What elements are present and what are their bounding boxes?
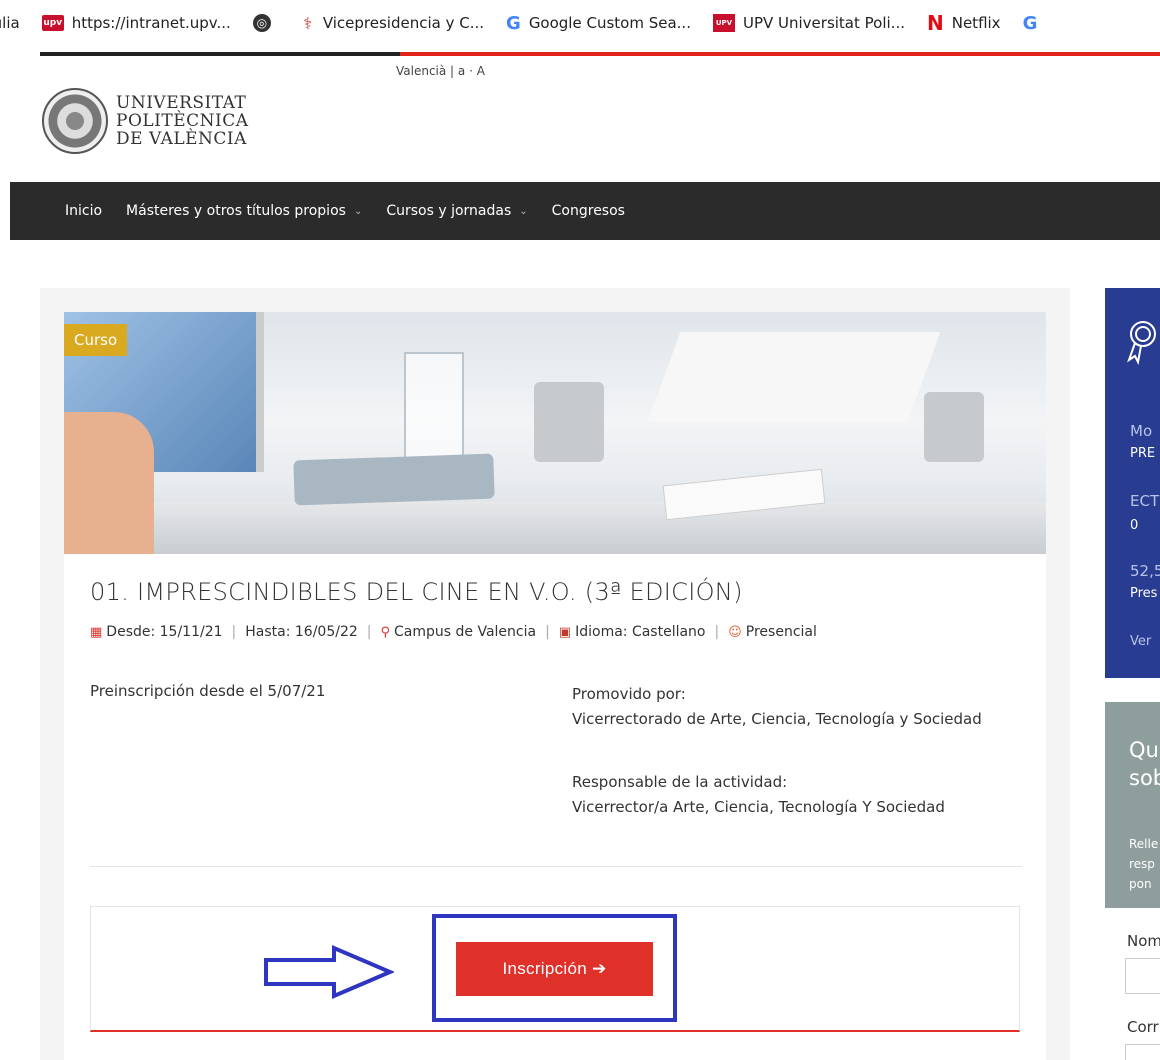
- bookmarks-bar: ılia upv https://intranet.upv... ◎ ⚕ Vic…: [0, 0, 1160, 46]
- upv-icon: upv: [41, 15, 64, 31]
- see-more-link[interactable]: Ver: [1130, 634, 1151, 649]
- top-accent-line-dark: [40, 52, 400, 56]
- chevron-down-icon: ⌄: [353, 205, 363, 217]
- logo-line: POLITÈCNICA: [116, 111, 249, 131]
- email-field[interactable]: [1125, 1044, 1160, 1060]
- upv-seal-icon: [42, 88, 108, 154]
- contact-note-line: pon: [1129, 877, 1152, 891]
- separator: |: [714, 624, 720, 640]
- logo-line: UNIVERSITAT: [116, 93, 247, 113]
- bookmark-label: https://intranet.upv...: [71, 14, 231, 32]
- upv-logo[interactable]: UNIVERSITAT POLITÈCNICA DE VALÈNCIA: [42, 88, 249, 154]
- contact-sidebar: Qu sob Relle resp pon: [1105, 702, 1160, 908]
- start-date: Desde: 15/11/21: [106, 624, 223, 640]
- bookmark-upv-universitat[interactable]: UPV UPV Universitat Poli...: [712, 14, 905, 32]
- separator: |: [545, 624, 550, 640]
- map-pin-icon: ⚲: [380, 624, 391, 640]
- bookmark-globe[interactable]: ◎: [252, 14, 279, 32]
- hero-speaker: [924, 392, 984, 462]
- course-info-sidebar: Mo PRE ECT 0 52,5 Pres Ver: [1105, 288, 1160, 678]
- responsible: Responsable de la actividad: Vicerrector…: [572, 770, 1022, 820]
- bookmark-truncated[interactable]: ılia: [0, 14, 20, 32]
- promoted-by-label: Promovido por:: [572, 685, 686, 703]
- inscription-button[interactable]: Inscripción ➔: [456, 942, 653, 996]
- bookmark-label: UPV Universitat Poli...: [742, 14, 905, 32]
- nav-label: Másteres y otros títulos propios: [126, 203, 346, 219]
- contact-note-line: resp: [1129, 857, 1155, 871]
- globe-icon: ◎: [252, 14, 271, 32]
- hero-tablet: [293, 453, 495, 506]
- upv-red-icon: UPV: [712, 14, 735, 32]
- email-field-label: Corr: [1127, 1018, 1159, 1036]
- separator: |: [231, 624, 237, 640]
- end-date: Hasta: 16/05/22: [245, 624, 358, 640]
- netflix-icon: N: [926, 11, 944, 35]
- bookmark-vicepresidencia[interactable]: ⚕ Vicepresidencia y C...: [301, 13, 485, 33]
- nav-label: Congresos: [551, 203, 625, 219]
- campus: Campus de Valencia: [394, 624, 537, 640]
- modality: Presencial: [745, 624, 817, 640]
- course-hero-image: [64, 312, 1046, 554]
- contact-note-line: Relle: [1129, 837, 1159, 851]
- chevron-down-icon: ⌄: [519, 205, 528, 217]
- modality-value: PRE: [1130, 446, 1156, 461]
- price-label: 52,5: [1130, 562, 1160, 580]
- annotation-arrow-icon: [264, 944, 394, 1000]
- nav-item-congresos[interactable]: Congresos: [552, 203, 625, 219]
- promoted-by-value: Vicerrectorado de Arte, Ciencia, Tecnolo…: [572, 710, 982, 728]
- bookmark-google[interactable]: G: [1023, 13, 1046, 34]
- language-icon: ▣: [558, 624, 572, 640]
- bookmark-netflix[interactable]: N Netflix: [927, 11, 1001, 35]
- nav-label: Inicio: [65, 203, 103, 219]
- logo-text: UNIVERSITAT POLITÈCNICA DE VALÈNCIA: [116, 94, 249, 148]
- google-icon: G: [1022, 12, 1038, 34]
- award-ribbon-icon: [1127, 321, 1156, 366]
- divider: [90, 866, 1022, 867]
- hero-arm: [64, 412, 154, 554]
- hero-desk: [64, 502, 1046, 554]
- contact-note: Relle resp pon: [1129, 834, 1158, 894]
- hero-speaker: [534, 382, 604, 462]
- contact-question-line: sob: [1129, 766, 1160, 790]
- bookmark-label: Google Custom Sea...: [528, 14, 691, 32]
- nav-item-masteres[interactable]: Másteres y otros títulos propios ⌄: [126, 203, 362, 219]
- nav-item-cursos[interactable]: Cursos y jornadas ⌄: [386, 203, 527, 219]
- nav-label: Cursos y jornadas: [386, 203, 512, 219]
- name-field-label: Nom: [1127, 932, 1160, 950]
- bookmark-label: ılia: [0, 14, 20, 32]
- course-type-badge: Curso: [64, 324, 128, 356]
- price-value: Pres: [1130, 586, 1158, 601]
- google-icon: G: [506, 12, 521, 34]
- calendar-icon: ▦: [90, 624, 103, 640]
- hero-glass: [404, 352, 464, 462]
- preinscription-date: Preinscripción desde el 5/07/21: [90, 682, 326, 700]
- separator: |: [366, 624, 372, 640]
- bookmark-intranet-upv[interactable]: upv https://intranet.upv...: [41, 14, 231, 32]
- course-title: 01. IMPRESCINDIBLES DEL CINE EN V.O. (3ª…: [90, 578, 743, 606]
- bookmark-label: Vicepresidencia y C...: [322, 14, 485, 32]
- language-switcher[interactable]: Valencià | a · A: [396, 64, 485, 78]
- ects-label: ECT: [1130, 492, 1160, 510]
- modality-label: Mo: [1130, 422, 1153, 440]
- contact-question-line: Qu: [1129, 738, 1159, 762]
- contact-question: Qu sob: [1129, 736, 1160, 792]
- smiley-icon: ☺: [728, 624, 742, 640]
- responsible-label: Responsable de la actividad:: [572, 773, 788, 791]
- main-navbar: Inicio Másteres y otros títulos propios …: [10, 182, 1160, 240]
- bookmark-google-custom-search[interactable]: G Google Custom Sea...: [506, 13, 691, 34]
- ects-value: 0: [1130, 518, 1139, 533]
- course-meta: ▦ Desde: 15/11/21 | Hasta: 16/05/22 | ⚲ …: [90, 624, 817, 640]
- name-field[interactable]: [1125, 958, 1160, 994]
- bookmark-label: Netflix: [951, 14, 1001, 32]
- promoted-by: Promovido por: Vicerrectorado de Arte, C…: [572, 682, 1002, 732]
- nav-item-inicio[interactable]: Inicio: [65, 203, 102, 219]
- hero-paper: [647, 332, 941, 422]
- responsible-value: Vicerrector/a Arte, Ciencia, Tecnología …: [572, 798, 945, 816]
- logo-line: DE VALÈNCIA: [116, 129, 247, 149]
- language: Idioma: Castellano: [575, 624, 706, 640]
- vicepresidencia-icon: ⚕: [303, 13, 313, 33]
